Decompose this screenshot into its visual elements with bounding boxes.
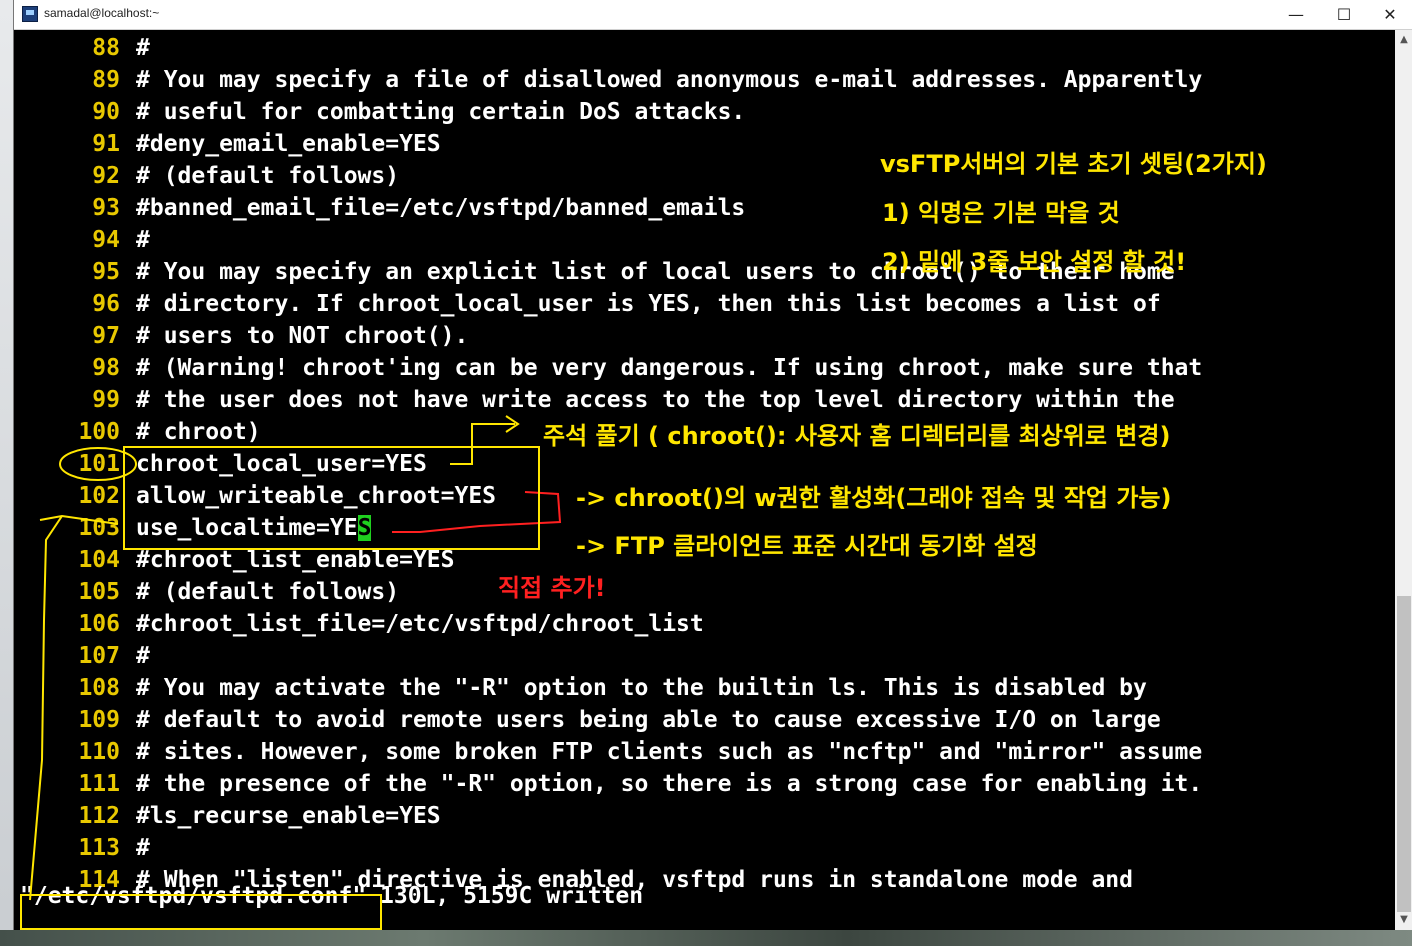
annotation-localtime-note: -> FTP 클라이언트 표준 시간대 동기화 설정 (576, 532, 1038, 560)
annotation-writeable-note: -> chroot()의 w권한 활성화(그래야 접속 및 작업 가능) (576, 484, 1172, 512)
annotation-added-note: 직접 추가! (498, 574, 606, 602)
arrow-to-status-line (29, 514, 119, 901)
annotation-chroot-note: 주석 풀기 ( chroot(): 사용자 홈 디렉터리를 최상위로 변경) (543, 422, 1171, 450)
highlight-box-filename (20, 894, 382, 930)
annotation-heading: vsFTP서버의 기본 초기 셋팅(2가지) (880, 150, 1267, 178)
annotation-point-1: 1) 익명은 기본 막을 것 (882, 199, 1120, 227)
highlight-box-security-lines (123, 446, 540, 550)
annotation-point-2: 2) 밑에 3줄 보안 설정 할 것! (882, 248, 1187, 276)
